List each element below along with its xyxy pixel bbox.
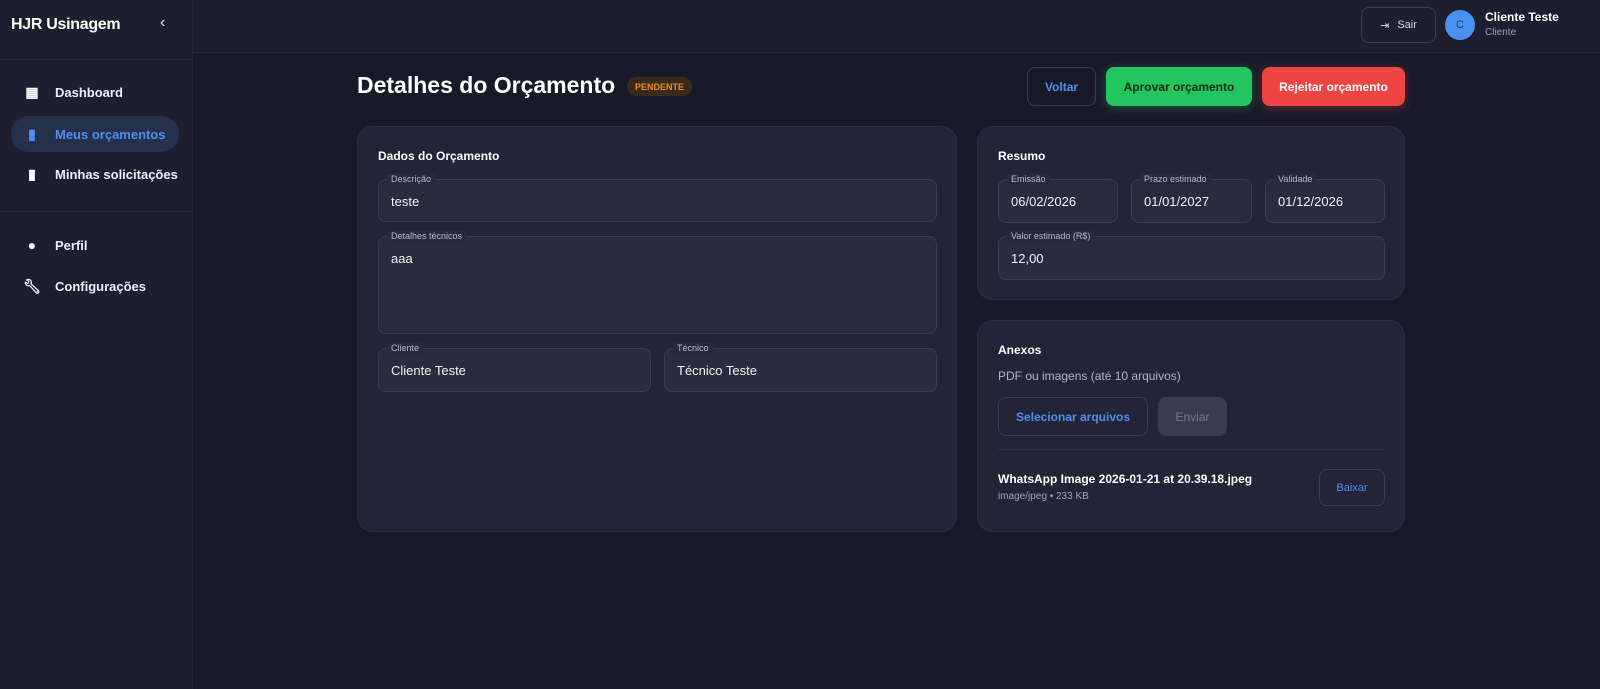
dados-card: Dados do Orçamento Descrição teste Detalh…: [357, 126, 957, 532]
dashboard-icon: ▦: [25, 83, 39, 100]
logout-icon: ⇥: [1380, 19, 1390, 32]
collapse-sidebar-chevron-icon[interactable]: ‹: [160, 14, 165, 32]
field-label: Técnico: [673, 343, 713, 354]
emissao-field[interactable]: Emissão 06/02/2026: [998, 174, 1118, 223]
anexos-card: Anexos PDF ou imagens (até 10 arquivos) …: [977, 320, 1405, 532]
field-value: Técnico Teste: [677, 363, 757, 378]
divider: [998, 449, 1385, 450]
person-icon: ●: [27, 237, 37, 253]
send-button[interactable]: Enviar: [1158, 397, 1227, 436]
sidebar-item-label: Dashboard: [55, 84, 123, 100]
wrench-icon: 🔧︎: [23, 277, 41, 294]
status-badge: PENDENTE: [627, 77, 693, 96]
logout-label: Sair: [1397, 19, 1417, 31]
descricao-field[interactable]: Descrição teste: [378, 174, 937, 222]
sidebar-item-minhas-solicitacoes[interactable]: ▮ Minhas solicitações: [11, 156, 179, 192]
detalhes-tecnicos-field[interactable]: Detalhes técnicos aaa: [378, 231, 937, 334]
field-value: 01/01/2027: [1144, 194, 1210, 209]
sidebar-item-dashboard[interactable]: ▦ Dashboard: [11, 74, 179, 110]
sidebar-item-label: Meus orçamentos: [55, 126, 166, 142]
resumo-card: Resumo Emissão 06/02/2026 Prazo estimado 0…: [977, 126, 1405, 300]
file-name: WhatsApp Image 2026-01-21 at 20.39.18.jp…: [998, 472, 1253, 486]
field-value: 12,00: [1011, 251, 1044, 266]
sidebar-item-meus-orcamentos[interactable]: ▮ Meus orçamentos: [11, 116, 179, 152]
field-label: Cliente: [387, 343, 424, 354]
reject-button[interactable]: Rejeitar orçamento: [1262, 67, 1405, 106]
request-icon: ▮: [28, 165, 36, 182]
divider: [0, 211, 193, 212]
anexos-hint: PDF ou imagens (até 10 arquivos): [998, 369, 1181, 383]
download-button[interactable]: Baixar: [1319, 469, 1385, 506]
field-label: Valor estimado (R$): [1007, 231, 1095, 242]
sidebar-item-label: Configurações: [55, 278, 147, 294]
prazo-field[interactable]: Prazo estimado 01/01/2027: [1131, 174, 1252, 223]
cliente-field[interactable]: Cliente Cliente Teste: [378, 343, 651, 392]
page-title: Detalhes do Orçamento: [357, 72, 616, 98]
field-label: Descrição: [387, 174, 436, 185]
sidebar-item-label: Perfil: [55, 237, 88, 253]
logout-button[interactable]: ⇥ Sair: [1361, 7, 1436, 43]
sidebar-item-configuracoes[interactable]: 🔧︎ Configurações: [11, 268, 179, 304]
user-name: Cliente Teste: [1485, 10, 1559, 24]
field-value: 06/02/2026: [1011, 194, 1077, 209]
sidebar: HJR Usinagem ‹ ▦ Dashboard ▮ Meus orçament…: [0, 0, 193, 689]
field-label: Detalhes técnicos: [387, 231, 467, 242]
select-files-button[interactable]: Selecionar arquivos: [998, 397, 1148, 436]
field-label: Emissão: [1007, 174, 1050, 185]
card-title: Anexos: [998, 343, 1042, 357]
field-label: Prazo estimado: [1140, 174, 1211, 185]
avatar[interactable]: C: [1445, 10, 1475, 40]
tecnico-field[interactable]: Técnico Técnico Teste: [664, 343, 937, 392]
field-value: 01/12/2026: [1278, 194, 1344, 209]
card-title: Dados do Orçamento: [378, 149, 500, 163]
field-value: teste: [391, 194, 420, 209]
file-meta: image/jpeg • 233 KB: [998, 491, 1089, 502]
sidebar-item-label: Minhas solicitações: [55, 166, 178, 182]
brand-logo: HJR Usinagem: [11, 16, 121, 33]
invoice-icon: ▮: [28, 125, 36, 142]
user-role: Cliente: [1485, 27, 1517, 38]
valor-field[interactable]: Valor estimado (R$) 12,00: [998, 231, 1385, 280]
field-label: Validade: [1274, 174, 1317, 185]
approve-button[interactable]: Aprovar orçamento: [1106, 67, 1252, 106]
validade-field[interactable]: Validade 01/12/2026: [1265, 174, 1385, 223]
field-value: Cliente Teste: [391, 363, 466, 378]
sidebar-item-perfil[interactable]: ● Perfil: [11, 227, 179, 263]
back-button[interactable]: Voltar: [1027, 67, 1096, 106]
field-value: aaa: [391, 251, 413, 266]
divider: [0, 59, 193, 60]
card-title: Resumo: [998, 149, 1046, 163]
